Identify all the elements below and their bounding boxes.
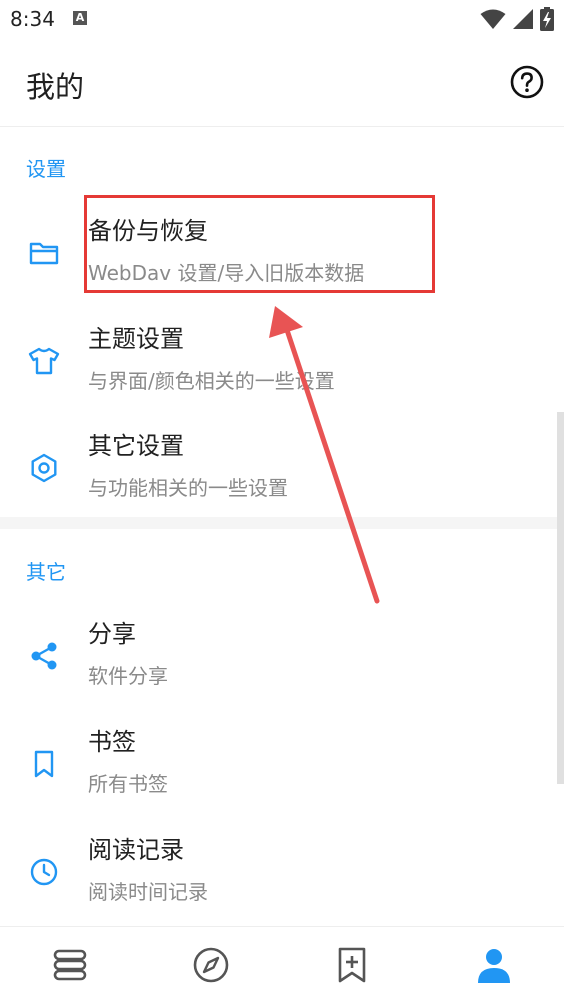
item-subtitle: 与界面/颜色相关的一些设置 [88, 369, 335, 393]
list-item-theme-settings[interactable]: 主题设置 与界面/颜色相关的一些设置 [0, 307, 556, 415]
bottom-nav [0, 926, 564, 1005]
page-title: 我的 [26, 70, 85, 104]
wifi-icon [480, 9, 506, 29]
item-subtitle: 阅读时间记录 [88, 880, 208, 904]
status-icons [480, 6, 554, 32]
list-item-other-settings[interactable]: 其它设置 与功能相关的一些设置 [0, 414, 556, 522]
bookmark-icon [34, 750, 54, 778]
signal-icon [513, 9, 533, 29]
section-divider [0, 517, 564, 529]
share-icon [31, 642, 57, 670]
person-icon[interactable] [474, 945, 514, 985]
item-title: 书签 [88, 728, 136, 756]
tshirt-icon [28, 347, 60, 375]
item-title: 阅读记录 [88, 836, 184, 864]
item-subtitle: 与功能相关的一些设置 [88, 476, 288, 500]
section-header-other: 其它 [26, 560, 66, 584]
item-subtitle: 软件分享 [88, 664, 168, 688]
item-title: 主题设置 [88, 325, 184, 353]
bookshelf-icon[interactable] [50, 945, 90, 985]
notification-a-icon: A [73, 11, 87, 25]
folder-icon [29, 242, 59, 265]
list-item-reading-history[interactable]: 阅读记录 阅读时间记录 [0, 818, 556, 926]
highlight-box [84, 195, 435, 293]
item-title: 其它设置 [88, 432, 184, 460]
list-item-share[interactable]: 分享 软件分享 [0, 602, 556, 710]
help-icon[interactable] [510, 65, 544, 99]
status-time: 8:34 [10, 7, 55, 31]
scrollbar[interactable] [557, 412, 564, 784]
compass-icon[interactable] [191, 945, 231, 985]
list-item-bookmarks[interactable]: 书签 所有书签 [0, 710, 556, 818]
app-bar: 我的 [0, 38, 564, 127]
section-header-settings: 设置 [26, 157, 66, 181]
bookmark-add-icon[interactable] [332, 945, 372, 985]
clock-icon [30, 858, 58, 886]
item-title: 分享 [88, 620, 136, 648]
hexagon-gear-icon [31, 453, 57, 483]
item-subtitle: 所有书签 [88, 772, 168, 796]
status-bar: 8:34 A [0, 0, 564, 38]
battery-icon [540, 7, 554, 31]
